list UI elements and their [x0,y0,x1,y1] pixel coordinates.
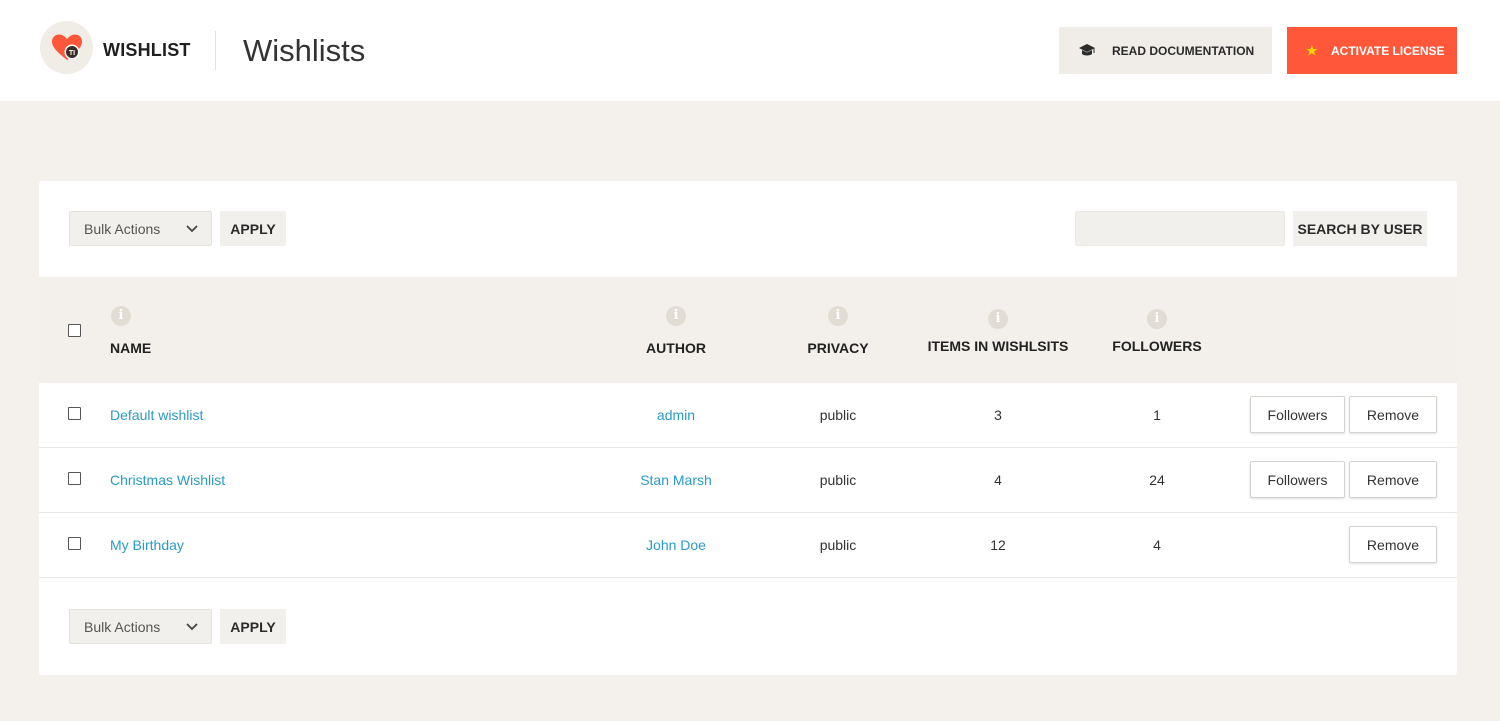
activate-license-label: ACTIVATE LICENSE [1331,44,1445,58]
star-icon: ★ [1306,43,1318,58]
author-link[interactable]: Stan Marsh [640,472,712,488]
select-all-checkbox[interactable] [68,324,81,337]
wishlists-card: Bulk Actions APPLY SEARCH BY USER i NAME… [39,181,1457,675]
bulk-actions-select-top[interactable]: Bulk Actions [69,211,212,246]
read-documentation-label: READ DOCUMENTATION [1112,44,1255,58]
followers-button[interactable]: Followers [1250,396,1345,433]
header-divider [215,31,216,70]
author-link[interactable]: John Doe [646,537,706,553]
heart-logo-icon: TI [52,34,82,60]
remove-button[interactable]: Remove [1349,396,1437,433]
logo[interactable]: TI [40,21,93,74]
privacy-value: public [819,472,857,488]
wishlist-name-link[interactable]: My Birthday [110,537,184,553]
activate-license-button[interactable]: ★ ACTIVATE LICENSE [1287,27,1457,74]
bulk-actions-select-bottom[interactable]: Bulk Actions [69,609,212,644]
apply-button-top[interactable]: APPLY [220,211,286,246]
row-checkbox[interactable] [68,407,81,420]
followers-count: 1 [1153,407,1161,423]
items-count: 4 [994,472,1002,488]
search-user-input[interactable] [1075,211,1285,246]
wishlist-name-link[interactable]: Default wishlist [110,407,203,423]
svg-text:TI: TI [69,50,75,57]
column-followers[interactable]: FOLLOWERS [1112,338,1201,354]
brand-name: WISHLIST [103,40,191,60]
bulk-actions-value: Bulk Actions [84,619,161,635]
remove-button[interactable]: Remove [1349,526,1437,563]
top-bar: TI WISHLIST Wishlists READ DOCUMENTATION… [0,0,1500,101]
privacy-value: public [819,537,857,553]
column-items[interactable]: ITEMS IN WISHLSITS [928,338,1069,354]
followers-count: 4 [1153,537,1161,553]
chevron-down-icon [185,221,199,238]
table-row: Default wishlist admin public 3 1 Follow… [39,383,1457,448]
search-by-user-button[interactable]: SEARCH BY USER [1293,211,1427,246]
column-name[interactable]: NAME [110,340,151,356]
items-count: 12 [990,537,1006,553]
items-count: 3 [994,407,1002,423]
info-icon[interactable]: i [666,306,686,326]
wishlist-name-link[interactable]: Christmas Wishlist [110,472,225,488]
row-checkbox[interactable] [68,472,81,485]
followers-button[interactable]: Followers [1250,461,1345,498]
info-icon[interactable]: i [111,306,131,326]
chevron-down-icon [185,619,199,636]
table-header: i NAME i AUTHOR i PRIVACY i ITEMS IN WIS… [39,277,1457,383]
row-checkbox[interactable] [68,537,81,550]
followers-count: 24 [1149,472,1165,488]
column-privacy[interactable]: PRIVACY [807,340,868,356]
privacy-value: public [819,407,857,423]
column-author[interactable]: AUTHOR [646,340,706,356]
page-title: Wishlists [243,33,366,68]
apply-button-bottom[interactable]: APPLY [220,609,286,644]
table-row: My Birthday John Doe public 12 4 Remove [39,513,1457,578]
author-link[interactable]: admin [657,407,695,423]
info-icon[interactable]: i [988,309,1008,329]
info-icon[interactable]: i [1147,309,1167,329]
graduation-cap-icon [1078,43,1096,60]
read-documentation-button[interactable]: READ DOCUMENTATION [1059,27,1272,74]
bulk-actions-value: Bulk Actions [84,221,161,237]
table-row: Christmas Wishlist Stan Marsh public 4 2… [39,448,1457,513]
info-icon[interactable]: i [828,306,848,326]
remove-button[interactable]: Remove [1349,461,1437,498]
